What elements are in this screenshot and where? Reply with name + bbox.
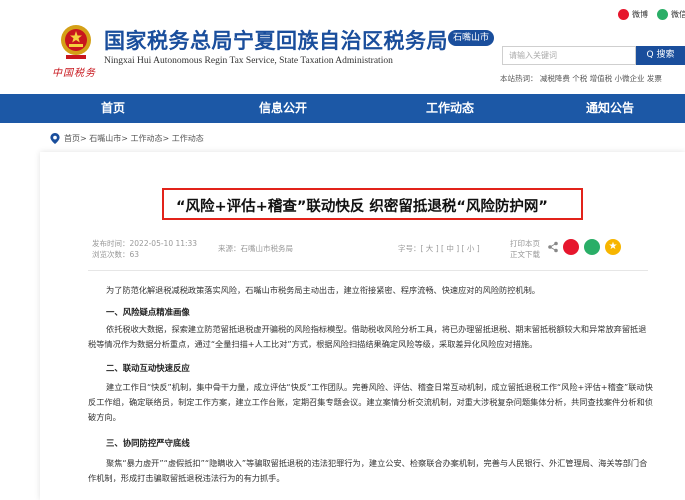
intro-paragraph: 为了防范化解退税减税政策落实风险，石嘴山市税务局主动出击，建立衔接紧密、程序流畅…: [106, 285, 540, 295]
breadcrumb-text[interactable]: 首页> 石嘴山市> 工作动态> 工作动态: [64, 133, 204, 144]
nav-home[interactable]: 首页: [101, 94, 125, 123]
share-icon[interactable]: [547, 241, 559, 253]
section-1-body: 依托税收大数据，探索建立防范留抵退税虚开骗税的风险指标模型。借助税收风险分析工具…: [88, 324, 647, 349]
section-3-heading: 三、协同防控严守底线: [106, 438, 190, 448]
article-title: “风险+评估+稽查”联动快反 织密留抵退税“风险防护网”: [176, 199, 548, 215]
section-1-heading: 一、风险疑点精准画像: [106, 307, 190, 317]
section-2-heading: 二、联动互动快速反应: [106, 363, 190, 373]
share-weibo-icon[interactable]: [563, 239, 579, 255]
font-size-control[interactable]: 字号：[ 大 ] [ 中 ] [ 小 ]: [398, 243, 480, 254]
section-3-body: 聚焦“暴力虚开”“虚假抵扣”“隐瞒收入”等骗取留抵退税的违法犯罪行为，建立公安、…: [88, 458, 648, 483]
article-source: 来源：石嘴山市税务局: [218, 244, 293, 253]
nav-work-news[interactable]: 工作动态: [426, 94, 474, 123]
city-badge[interactable]: 石嘴山市: [448, 30, 495, 46]
nav-notices[interactable]: 通知公告: [586, 94, 634, 123]
location-pin-icon: [50, 133, 60, 144]
weixin-label: 微信: [671, 10, 685, 19]
logo-script: 中国税务: [52, 68, 96, 79]
nav-info-disclosure[interactable]: 信息公开: [259, 94, 307, 123]
download-link[interactable]: 正文下载: [510, 249, 540, 260]
org-subtitle: Ningxai Hui Autonomous Regin Tax Service…: [104, 56, 393, 66]
print-link[interactable]: 打印本页: [510, 238, 540, 249]
main-nav: 首页 信息公开 工作动态 通知公告: [0, 94, 685, 123]
favorite-star-icon[interactable]: ★: [605, 239, 621, 255]
section-2-body: 建立工作日“快反”机制，集中骨干力量，成立评估“快反”工作团队。完善风险、评估、…: [88, 382, 653, 422]
org-title[interactable]: 国家税务总局宁夏回族自治区税务局: [104, 25, 448, 55]
weixin-link[interactable]: 微信: [657, 9, 685, 20]
search-button[interactable]: Q 搜索: [636, 46, 685, 65]
weibo-icon: [618, 9, 629, 20]
weibo-label: 微博: [632, 10, 648, 19]
view-count: 浏览次数：63: [92, 250, 140, 259]
site-header: 中国税务 国家税务总局宁夏回族自治区税务局 Ningxai Hui Autono…: [0, 0, 685, 92]
share-weixin-icon[interactable]: [584, 239, 600, 255]
meta-divider: [88, 270, 648, 271]
weixin-icon: [657, 9, 668, 20]
national-emblem-icon: [61, 25, 91, 59]
search-input[interactable]: 请输入关键词: [502, 46, 636, 65]
breadcrumb: 首页> 石嘴山市> 工作动态> 工作动态: [50, 133, 204, 144]
weibo-link[interactable]: 微博: [618, 9, 648, 20]
hot-words[interactable]: 本站热词： 减税降费 个税 增值税 小微企业 发票: [500, 73, 662, 84]
publish-time: 发布时间：2022-05-10 11:33: [92, 239, 198, 248]
